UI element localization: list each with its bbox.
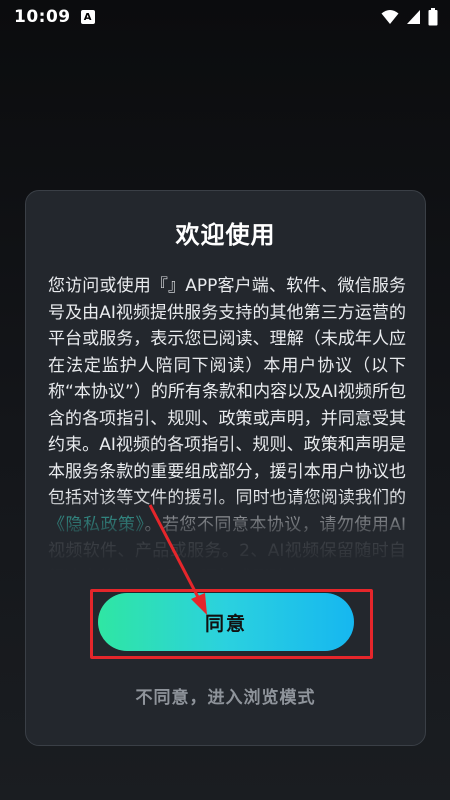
notification-a-icon: A <box>80 10 95 24</box>
dialog-title: 欢迎使用 <box>175 221 276 249</box>
signal-icon <box>407 10 420 24</box>
welcome-dialog: 欢迎使用 您访问或使用『』APP客户端、软件、微信服务号及由AI视频提供服务支持… <box>25 190 426 746</box>
wifi-icon <box>381 10 399 24</box>
privacy-policy-link[interactable]: 《隐私政策》 <box>48 515 144 535</box>
status-right <box>381 8 438 26</box>
status-time: 10:09 <box>14 7 71 27</box>
agreement-text-part-1: 您访问或使用『』APP客户端、软件、微信服务号及由AI视频提供服务支持的其他第三… <box>48 276 406 508</box>
decline-browse-button[interactable]: 不同意，进入浏览模式 <box>26 683 425 708</box>
battery-icon <box>428 8 438 26</box>
red-arrow-icon <box>148 504 207 615</box>
status-bar: 10:09 A <box>0 0 450 34</box>
agreement-text[interactable]: 您访问或使用『』APP客户端、软件、微信服务号及由AI视频提供服务支持的其他第三… <box>48 273 406 573</box>
agree-button[interactable]: 同意 <box>98 593 354 651</box>
screen: 10:09 A 欢迎使用 您访问或使用『』APP客户端、软件、微信服务号及由AI… <box>0 0 450 800</box>
status-left: 10:09 A <box>14 7 95 27</box>
